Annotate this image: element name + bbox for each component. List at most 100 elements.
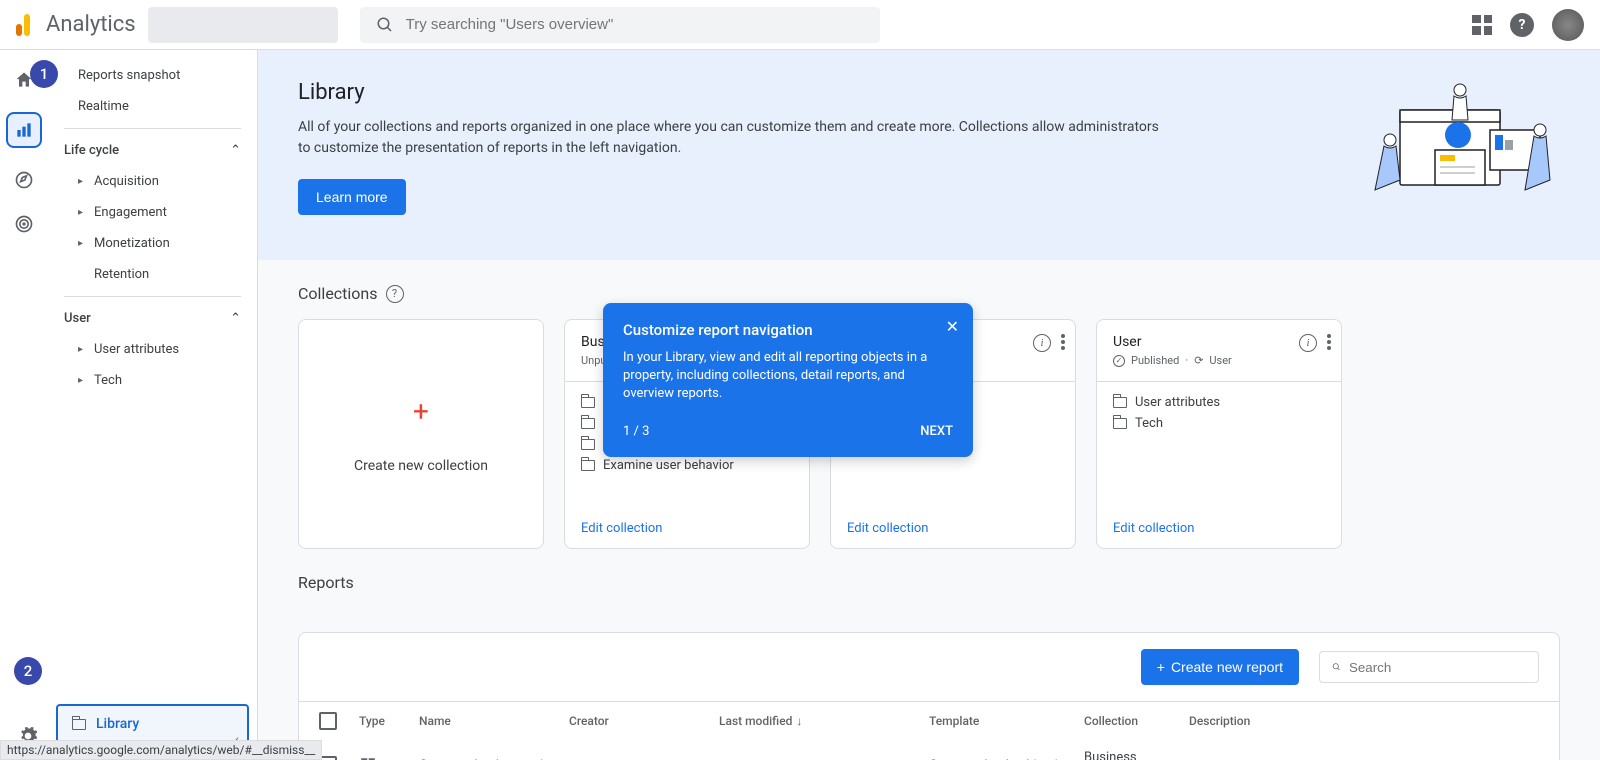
col-type[interactable]: Type xyxy=(359,714,419,728)
plus-icon: + xyxy=(413,395,429,428)
card-title: User xyxy=(1113,334,1325,350)
link-icon: ⟳ xyxy=(1194,354,1203,367)
col-name[interactable]: Name xyxy=(419,714,569,728)
tooltip-title: Customize report navigation xyxy=(623,321,953,339)
collection-item: User attributes xyxy=(1113,392,1325,413)
caret-right-icon: ▸ xyxy=(78,344,88,355)
user-avatar[interactable] xyxy=(1552,9,1584,41)
caret-right-icon: ▸ xyxy=(78,375,88,386)
info-icon[interactable]: i xyxy=(1299,334,1317,352)
app-header: Analytics ? xyxy=(0,0,1600,50)
search-bar[interactable] xyxy=(360,7,880,43)
col-template[interactable]: Template xyxy=(929,714,1084,728)
library-button[interactable]: Library xyxy=(56,704,249,744)
learn-more-button[interactable]: Learn more xyxy=(298,179,406,215)
nav-realtime[interactable]: Realtime xyxy=(48,91,257,122)
info-icon[interactable]: i xyxy=(1033,334,1051,352)
divider xyxy=(64,128,241,129)
side-panel: Reports snapshot Realtime Life cycle⌃ ▸A… xyxy=(48,50,258,760)
folder-icon xyxy=(72,719,86,730)
page-title: Library xyxy=(298,80,1168,105)
collections-heading: Collections ? xyxy=(298,284,1560,303)
more-icon[interactable] xyxy=(1327,334,1331,352)
nav-group-user[interactable]: User⌃ xyxy=(48,303,257,334)
close-icon[interactable]: ✕ xyxy=(946,317,959,336)
reports-search-input[interactable] xyxy=(1349,660,1526,675)
page-description: All of your collections and reports orga… xyxy=(298,117,1168,159)
help-icon[interactable]: ? xyxy=(1510,13,1534,37)
nav-rail xyxy=(0,50,48,760)
caret-right-icon: ▸ xyxy=(78,176,88,187)
nav-tech[interactable]: ▸Tech xyxy=(48,365,257,396)
folder-icon xyxy=(581,397,595,408)
collection-item: Tech xyxy=(1113,413,1325,434)
plus-icon: + xyxy=(1157,659,1165,675)
reports-icon[interactable] xyxy=(6,112,42,148)
apps-icon[interactable] xyxy=(1472,15,1492,35)
col-modified[interactable]: Last modified↓ xyxy=(719,714,929,728)
folder-icon xyxy=(581,418,595,429)
hero-illustration xyxy=(1360,80,1560,230)
tooltip-text: In your Library, view and edit all repor… xyxy=(623,349,953,404)
nav-reports-snapshot[interactable]: Reports snapshot xyxy=(48,60,257,91)
onboarding-tooltip: ✕ Customize report navigation In your Li… xyxy=(603,303,973,457)
help-icon[interactable]: ? xyxy=(386,285,404,303)
search-icon xyxy=(376,16,394,34)
folder-icon xyxy=(1113,397,1127,408)
folder-icon xyxy=(1113,418,1127,429)
main-content: Library All of your collections and repo… xyxy=(258,50,1600,760)
nav-monetization[interactable]: ▸Monetization xyxy=(48,228,257,259)
nav-retention[interactable]: Retention xyxy=(48,259,257,290)
advertising-icon[interactable] xyxy=(12,212,36,236)
table-header: Type Name Creator Last modified↓ Templat… xyxy=(299,702,1559,740)
nav-user-attributes[interactable]: ▸User attributes xyxy=(48,334,257,365)
row-collection: Business objectives xyxy=(1084,750,1189,760)
nav-engagement[interactable]: ▸Engagement xyxy=(48,197,257,228)
reports-heading: Reports xyxy=(298,573,1560,592)
callout-badge-1: 1 xyxy=(30,60,58,88)
search-input[interactable] xyxy=(406,16,864,33)
edit-collection-link[interactable]: Edit collection xyxy=(581,521,663,536)
search-icon xyxy=(1332,658,1341,676)
library-label: Library xyxy=(96,716,139,732)
card-status: ✓Published · ⟳User xyxy=(1113,354,1325,367)
more-icon[interactable] xyxy=(1061,334,1065,352)
check-icon: ✓ xyxy=(1113,355,1125,367)
reports-search[interactable] xyxy=(1319,651,1539,683)
reports-section: Reports xyxy=(258,573,1600,632)
edit-collection-link[interactable]: Edit collection xyxy=(847,521,929,536)
select-all-checkbox[interactable] xyxy=(319,712,337,730)
explore-icon[interactable] xyxy=(12,168,36,192)
chevron-up-icon: ⌃ xyxy=(230,311,241,326)
collection-card-user: User ✓Published · ⟳User i User attribute… xyxy=(1096,319,1342,549)
header-actions: ? xyxy=(1472,9,1584,41)
logo: Analytics xyxy=(16,12,136,37)
table-row[interactable]: Generate leads overview - - Generate lea… xyxy=(299,740,1559,760)
col-collection[interactable]: Collection xyxy=(1084,714,1189,728)
edit-collection-link[interactable]: Edit collection xyxy=(1113,521,1195,536)
chevron-up-icon: ⌃ xyxy=(230,143,241,158)
create-collection-card[interactable]: + Create new collection xyxy=(298,319,544,549)
col-creator[interactable]: Creator xyxy=(569,714,719,728)
type-icon xyxy=(359,756,419,760)
hero-banner: Library All of your collections and repo… xyxy=(258,50,1600,260)
folder-icon xyxy=(581,460,595,471)
create-collection-label: Create new collection xyxy=(354,458,488,474)
analytics-logo-icon xyxy=(16,14,38,36)
col-description[interactable]: Description xyxy=(1189,714,1509,728)
caret-right-icon: ▸ xyxy=(78,207,88,218)
collection-item: Examine user behavior xyxy=(581,455,793,476)
reports-table: Type Name Creator Last modified↓ Templat… xyxy=(298,702,1560,760)
nav-group-lifecycle[interactable]: Life cycle⌃ xyxy=(48,135,257,166)
browser-status-bar: https://analytics.google.com/analytics/w… xyxy=(0,740,322,760)
folder-icon xyxy=(581,439,595,450)
create-report-button[interactable]: +Create new report xyxy=(1141,649,1299,685)
divider xyxy=(64,296,241,297)
product-name: Analytics xyxy=(46,12,136,37)
nav-acquisition[interactable]: ▸Acquisition xyxy=(48,166,257,197)
tooltip-next-button[interactable]: NEXT xyxy=(920,424,953,439)
caret-right-icon: ▸ xyxy=(78,238,88,249)
property-selector[interactable] xyxy=(148,7,338,43)
sort-down-icon: ↓ xyxy=(796,714,802,728)
tooltip-step: 1 / 3 xyxy=(623,424,649,439)
